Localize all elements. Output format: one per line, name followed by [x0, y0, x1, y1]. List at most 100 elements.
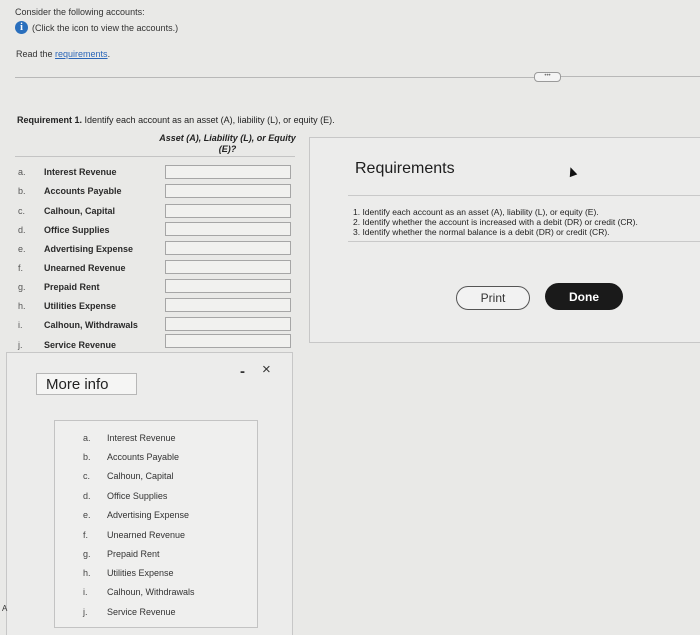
divider	[561, 76, 700, 77]
item-name: Unearned Revenue	[107, 530, 186, 540]
list-item: b. Accounts Payable	[83, 450, 179, 464]
list-item: e. Advertising Expense	[83, 508, 189, 522]
account-name: Prepaid Rent	[44, 281, 100, 292]
item-name: Calhoun, Withdrawals	[107, 587, 195, 597]
account-name: Service Revenue	[44, 339, 117, 350]
print-button[interactable]: Print	[456, 286, 530, 310]
item-name: Calhoun, Capital	[107, 471, 174, 481]
account-name: Interest Revenue	[44, 166, 117, 177]
classification-input-i[interactable]	[165, 317, 291, 331]
intro-text: Consider the following accounts:	[15, 7, 145, 17]
read-prefix: Read the	[16, 49, 56, 59]
close-icon[interactable]: ×	[262, 361, 271, 378]
account-name: Unearned Revenue	[44, 262, 126, 273]
table-row: f. Unearned Revenue	[18, 258, 126, 277]
header-underline	[15, 156, 295, 157]
more-info-dialog: More info - × a. Interest Revenue b. Accou…	[6, 352, 293, 635]
requirement-1-body: Identify each account as an asset (A), l…	[82, 115, 335, 125]
requirement-item: 2. Identify whether the account is incre…	[353, 217, 638, 227]
row-letter: c.	[18, 205, 26, 216]
table-row: b. Accounts Payable	[18, 181, 122, 200]
info-text: (Click the icon to view the accounts.)	[32, 22, 179, 33]
item-letter: g.	[83, 549, 91, 559]
requirements-list: 1. Identify each account as an asset (A)…	[353, 207, 638, 237]
requirements-link[interactable]: requirements	[55, 49, 108, 59]
requirements-title: Requirements	[355, 160, 455, 177]
classification-input-b[interactable]	[165, 184, 291, 198]
requirement-item: 3. Identify whether the normal balance i…	[353, 227, 610, 237]
list-item: i. Calhoun, Withdrawals	[83, 585, 195, 599]
item-letter: c.	[83, 471, 91, 481]
item-name: Office Supplies	[107, 491, 168, 501]
classification-input-j[interactable]	[165, 334, 291, 348]
classification-input-h[interactable]	[165, 298, 291, 312]
classification-input-g[interactable]	[165, 279, 291, 293]
item-name: Service Revenue	[107, 607, 176, 617]
more-info-title: More info	[36, 373, 137, 395]
requirement-1-label: Requirement 1.	[17, 115, 83, 125]
item-name: Accounts Payable	[107, 452, 180, 462]
item-letter: i.	[83, 587, 88, 597]
classification-input-c[interactable]	[165, 204, 291, 218]
list-item: h. Utilities Expense	[83, 566, 174, 580]
item-letter: b.	[83, 452, 91, 462]
requirement-1-text: Requirement 1. Identify each account as …	[17, 115, 335, 125]
list-item: d. Office Supplies	[83, 489, 167, 503]
done-button[interactable]: Done	[545, 283, 623, 310]
item-name: Prepaid Rent	[107, 549, 160, 559]
list-item: f. Unearned Revenue	[83, 528, 185, 542]
row-letter: j.	[18, 339, 23, 350]
table-row: h. Utilities Expense	[18, 296, 116, 315]
read-suffix: .	[107, 49, 111, 59]
item-letter: h.	[83, 568, 91, 578]
more-info-list: a. Interest Revenue b. Accounts Payable c.…	[54, 420, 258, 628]
item-letter: a.	[83, 433, 91, 443]
row-letter: d.	[18, 224, 26, 235]
table-row: e. Advertising Expense	[18, 239, 133, 258]
item-name: Advertising Expense	[107, 510, 190, 520]
account-name: Utilities Expense	[44, 300, 117, 311]
divider	[348, 195, 700, 196]
item-name: Utilities Expense	[107, 568, 174, 578]
expand-collapse-button[interactable]: •••	[534, 72, 561, 82]
minimize-icon[interactable]: -	[240, 363, 245, 380]
mouse-cursor-icon	[566, 165, 578, 178]
account-name: Calhoun, Withdrawals	[44, 319, 138, 330]
row-letter: e.	[18, 243, 26, 254]
item-letter: j.	[83, 607, 88, 617]
table-row: a. Interest Revenue	[18, 162, 117, 181]
item-letter: f.	[83, 530, 89, 540]
list-item: g. Prepaid Rent	[83, 547, 160, 561]
read-requirements-row: Read the requirements.	[16, 49, 110, 59]
requirement-item: 1. Identify each account as an asset (A)…	[353, 207, 599, 217]
row-letter: i.	[18, 319, 23, 330]
classification-input-a[interactable]	[165, 165, 291, 179]
table-row: d. Office Supplies	[18, 220, 110, 239]
info-icon[interactable]: i	[15, 21, 28, 34]
account-name: Office Supplies	[44, 224, 110, 235]
classification-input-d[interactable]	[165, 222, 291, 236]
divider	[15, 77, 535, 78]
row-letter: g.	[18, 281, 26, 292]
row-letter: h.	[18, 300, 26, 311]
list-item: c. Calhoun, Capital	[83, 469, 174, 483]
item-letter: e.	[83, 510, 91, 520]
table-row: i. Calhoun, Withdrawals	[18, 315, 138, 334]
account-name: Advertising Expense	[44, 243, 134, 254]
side-mark: A	[2, 604, 8, 613]
item-name: Interest Revenue	[107, 433, 176, 443]
row-letter: f.	[18, 262, 24, 273]
table-row: g. Prepaid Rent	[18, 277, 100, 296]
item-letter: d.	[83, 491, 91, 501]
row-letter: b.	[18, 185, 26, 196]
row-letter: a.	[18, 166, 26, 177]
info-row: i (Click the icon to view the accounts.)	[15, 21, 178, 34]
divider	[348, 241, 700, 242]
classification-input-f[interactable]	[165, 260, 291, 274]
account-name: Accounts Payable	[44, 185, 122, 196]
classification-input-e[interactable]	[165, 241, 291, 255]
list-item: j. Service Revenue	[83, 605, 176, 619]
list-item: a. Interest Revenue	[83, 431, 176, 445]
column-header: Asset (A), Liability (L), or Equity (E)?	[159, 133, 296, 154]
requirements-dialog: Requirements 1. Identify each account as…	[309, 137, 700, 343]
